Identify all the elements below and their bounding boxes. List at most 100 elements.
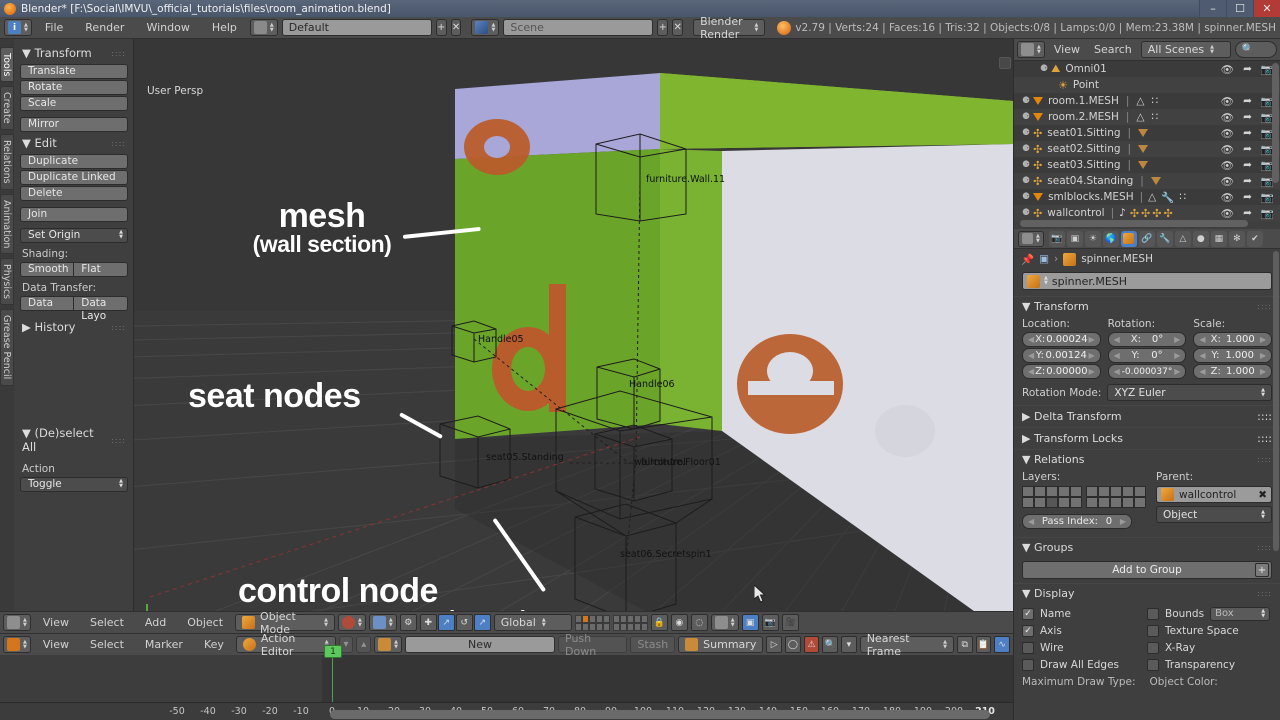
current-frame-indicator[interactable]: 1 [324, 645, 342, 658]
add-to-group-button[interactable]: Add to Group + [1022, 561, 1272, 579]
tool-data-button[interactable]: Data [20, 296, 75, 311]
parent-type-selector[interactable]: Object ▲ ▼ [1156, 506, 1272, 523]
outliner-row-wallcontrol[interactable]: ⚈ ✣ wallcontrol | ♪ ✣ ✣ ✣ ✣ 👁 ➦ 📷 [1014, 205, 1280, 221]
viewport-menu-object[interactable]: Object [178, 612, 232, 634]
tool-duplicate-button[interactable]: Duplicate [20, 154, 128, 169]
outliner-row-room2[interactable]: ⚈ room.2.MESH | △ ∷ 👁 ➦ 📷 [1014, 109, 1280, 125]
decrement-arrow-icon[interactable]: ◀ [1028, 517, 1034, 526]
restrict-select-icon[interactable]: ➦ [1243, 159, 1252, 171]
menu-file[interactable]: File [36, 17, 72, 39]
decrement-arrow-icon[interactable]: ◀ [1199, 367, 1205, 376]
scene-field[interactable]: Scene [503, 19, 654, 36]
expand-toggle-icon[interactable]: ⚈ [1022, 176, 1030, 186]
panel-header-edit[interactable]: ▼ Edit :::: [20, 133, 128, 154]
tool-set-origin-dropdown[interactable]: Set Origin ▲ ▼ [20, 228, 128, 243]
tool-mirror-button[interactable]: Mirror [20, 117, 128, 132]
checkbox-icon[interactable]: ✓ [1022, 624, 1034, 637]
restrict-view-icon[interactable]: 👁 [1221, 175, 1234, 188]
properties-tab-world[interactable]: 🌎 [1102, 230, 1119, 247]
manipulator-rotate-icon[interactable]: ↺ [455, 614, 473, 631]
only-errors-icon[interactable]: ⚠ [803, 636, 820, 653]
properties-tab-texture[interactable]: ▦ [1210, 230, 1227, 247]
tool-tab-physics[interactable]: Physics [0, 258, 14, 306]
restrict-view-icon[interactable]: 👁 [1221, 207, 1234, 220]
increment-arrow-icon[interactable]: ▶ [1089, 367, 1095, 376]
properties-tab-render[interactable]: 📷 [1048, 230, 1065, 247]
dopesheet-body[interactable]: 1 -50 -40 -30 -20 -10 0 10 20 30 40 50 6… [0, 645, 1013, 720]
menu-help[interactable]: Help [203, 17, 246, 39]
manipulator-toggle-icon[interactable]: ✚ [419, 614, 437, 631]
location-y-field[interactable]: ◀ Y: 0.00124 ▶ [1022, 348, 1101, 363]
editor-type-selector-dopesheet[interactable]: ▲ ▼ [3, 636, 31, 653]
rotation-x-field[interactable]: ◀ X: 0° ▶ [1107, 332, 1187, 347]
increment-arrow-icon[interactable]: ▶ [1089, 335, 1095, 344]
section-header-display[interactable]: ▼ Display :::: [1014, 583, 1280, 603]
dopesheet-menu-view[interactable]: View [34, 634, 78, 656]
outliner-row-toggles[interactable]: 👁 ➦ 📷 [1221, 111, 1274, 124]
outliner-row-toggles[interactable]: 👁 ➦ 📷 [1221, 143, 1274, 156]
editor-type-selector-outliner[interactable]: ▲ ▼ [1017, 41, 1045, 58]
push-down-button[interactable]: Push Down [558, 632, 628, 658]
show-hidden-icon[interactable]: ◯ [785, 636, 801, 653]
outliner-horizontal-scrollbar[interactable] [1020, 220, 1248, 227]
child-mesh-icon[interactable] [1138, 129, 1149, 137]
section-header-transform-locks[interactable]: ▶ Transform Locks :::: [1014, 427, 1280, 449]
outliner-row-toggles[interactable]: 👁 ➦ 📷 [1221, 207, 1274, 220]
tool-delete-button[interactable]: Delete [20, 186, 128, 201]
panel-header-deselect-all[interactable]: ▼ (De)select All :::: [20, 423, 128, 458]
maximize-button[interactable]: ☐ [1226, 0, 1253, 17]
transform-orientation-selector[interactable]: Global ▲ ▼ [493, 614, 572, 631]
properties-tab-modifiers[interactable]: 🔧 [1156, 230, 1173, 247]
properties-tab-particles[interactable]: ✻ [1228, 230, 1245, 247]
outliner-row-toggles[interactable]: 👁 ➦ 📷 [1221, 159, 1274, 172]
vertex-group-icon[interactable]: ∷ [1151, 111, 1158, 123]
dopesheet-menu-select[interactable]: Select [81, 634, 133, 656]
outliner-row-seat02[interactable]: ⚈ ✣ seat02.Sitting | 👁 ➦ 📷 [1014, 141, 1280, 157]
increment-arrow-icon[interactable]: ▶ [1260, 351, 1266, 360]
object-name-field[interactable]: ▲ ▼ spinner.MESH [1022, 272, 1272, 290]
bounds-type-selector[interactable]: Box ▲ ▼ [1210, 606, 1271, 621]
editor-type-selector-3dview[interactable]: ▲ ▼ [3, 614, 31, 631]
minimize-button[interactable]: – [1199, 0, 1226, 17]
outliner-display-mode-selector[interactable]: All Scenes ▲ ▼ [1140, 41, 1231, 58]
restrict-render-icon[interactable]: 📷 [1261, 191, 1274, 204]
interaction-mode-selector[interactable]: Object Mode ▲ ▼ [235, 610, 336, 636]
rotation-mode-selector[interactable]: XYZ Euler ▲ ▼ [1107, 384, 1272, 401]
filter-dropdown-icon[interactable]: ▾ [841, 636, 857, 653]
restrict-select-icon[interactable]: ➦ [1243, 207, 1252, 219]
outliner-row-room1[interactable]: ⚈ room.1.MESH | △ ∷ 👁 ➦ 📷 [1014, 93, 1280, 109]
proportional-edit-icon[interactable]: ◉ [670, 614, 688, 631]
vertex-group-icon[interactable]: ∷ [1151, 95, 1158, 107]
section-header-groups[interactable]: ▼ Groups :::: [1014, 537, 1280, 557]
expand-toggle-icon[interactable]: ⚈ [1022, 96, 1030, 106]
properties-tab-object[interactable] [1120, 230, 1137, 247]
editor-type-selector-info[interactable]: i ▲ ▼ [4, 19, 32, 36]
tool-tab-tools[interactable]: Tools [0, 47, 14, 83]
panel-header-history[interactable]: ▶ History :::: [20, 317, 128, 338]
expand-toggle-icon[interactable]: ⚈ [1040, 64, 1048, 74]
dopesheet-mode-selector[interactable]: Action Editor ▲▼ [235, 632, 336, 658]
manipulator-translate-icon[interactable]: ↗ [437, 614, 455, 631]
rotation-z-field[interactable]: ◀ -0.000037° ▶ [1107, 364, 1187, 379]
scene-layers-widget-b[interactable] [612, 614, 648, 631]
vertex-group-icon[interactable]: ∷ [1179, 191, 1186, 203]
restrict-render-icon[interactable]: 📷 [1261, 207, 1274, 220]
screen-layout-field[interactable]: Default [281, 19, 432, 36]
display-option-draw-all-edges[interactable]: Draw All Edges [1022, 656, 1147, 673]
expand-toggle-icon[interactable]: ⚈ [1022, 160, 1030, 170]
child-mesh-icon[interactable] [1150, 177, 1161, 185]
restrict-select-icon[interactable]: ➦ [1243, 111, 1252, 123]
playhead-line[interactable] [332, 655, 333, 702]
delete-screen-layout-button[interactable]: ✕ [450, 19, 462, 36]
properties-tab-data[interactable]: △ [1174, 230, 1191, 247]
section-header-relations[interactable]: ▼ Relations :::: [1014, 449, 1280, 469]
increment-arrow-icon[interactable]: ▶ [1089, 351, 1095, 360]
action-next-button[interactable]: ▴ [356, 636, 372, 653]
3d-viewport[interactable]: User Persp (1) spinner.MESH furniture.Wa… [0, 39, 1013, 611]
display-option-axis[interactable]: ✓ Axis [1022, 622, 1147, 639]
child-empty-icon[interactable]: ✣ [1152, 207, 1161, 220]
decrement-arrow-icon[interactable]: ◀ [1199, 351, 1205, 360]
texture-paint-selector[interactable]: ▲ ▼ [710, 614, 739, 631]
manipulator-scale-icon[interactable]: ↗ [473, 614, 491, 631]
pass-index-field[interactable]: ◀ Pass Index: 0 ▶ [1022, 514, 1132, 529]
